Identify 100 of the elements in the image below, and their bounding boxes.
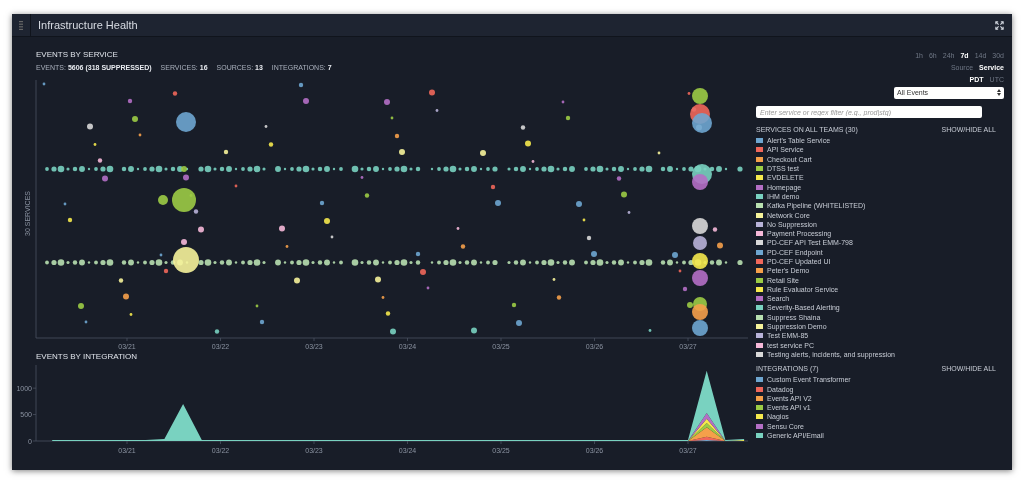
bubble	[181, 239, 187, 245]
color-swatch[interactable]	[756, 286, 763, 292]
color-swatch[interactable]	[756, 212, 763, 218]
bubble	[198, 226, 204, 233]
bubble	[67, 217, 73, 223]
bubble	[495, 200, 501, 206]
window-title: Infrastructure Health	[38, 19, 139, 31]
color-swatch[interactable]	[756, 414, 763, 420]
bubble	[127, 98, 133, 104]
bubble	[399, 149, 405, 155]
bubble	[294, 277, 300, 284]
bubble	[390, 116, 394, 120]
color-swatch[interactable]	[756, 333, 763, 339]
bubble	[682, 286, 688, 292]
bubble	[460, 244, 466, 249]
color-swatch[interactable]	[756, 147, 763, 153]
section-heading: EVENTS BY INTEGRATION	[36, 351, 139, 362]
color-swatch[interactable]	[756, 433, 763, 439]
color-swatch[interactable]	[756, 231, 763, 237]
bubble	[531, 160, 535, 163]
bubble	[415, 251, 421, 257]
bubble	[163, 268, 169, 274]
color-swatch[interactable]	[756, 324, 763, 330]
bubble	[616, 176, 622, 181]
color-swatch[interactable]	[756, 395, 763, 401]
bubble	[234, 184, 238, 188]
color-swatch[interactable]	[756, 277, 763, 283]
bubble	[717, 242, 723, 249]
bubble	[429, 89, 435, 96]
bubble	[159, 253, 163, 257]
color-swatch[interactable]	[756, 184, 763, 190]
bubble	[576, 201, 582, 207]
grip-icon	[19, 20, 23, 30]
bubble	[303, 98, 309, 104]
color-swatch[interactable]	[756, 240, 763, 246]
bubble	[93, 143, 97, 146]
bubble	[118, 278, 124, 283]
bubble	[381, 296, 385, 299]
bubble	[268, 142, 274, 147]
bubble	[172, 91, 178, 96]
bubble	[360, 176, 364, 179]
color-swatch[interactable]	[756, 268, 763, 274]
bubble	[285, 245, 289, 248]
bubble	[692, 253, 708, 269]
color-swatch[interactable]	[756, 296, 763, 302]
bubble	[678, 269, 682, 273]
bubble	[511, 302, 517, 308]
bubble	[385, 311, 391, 316]
bubble	[692, 270, 708, 286]
bubble	[565, 115, 571, 121]
expand-icon[interactable]	[995, 20, 1004, 30]
color-swatch[interactable]	[756, 203, 763, 209]
color-swatch[interactable]	[756, 249, 763, 255]
bubble	[692, 218, 708, 234]
color-swatch[interactable]	[756, 193, 763, 199]
color-swatch[interactable]	[756, 175, 763, 181]
bubble	[480, 150, 486, 156]
bubble	[627, 211, 631, 214]
color-swatch[interactable]	[756, 423, 763, 429]
color-swatch[interactable]	[756, 314, 763, 320]
bubble	[648, 329, 652, 332]
updown-icon	[997, 89, 1001, 96]
bubble	[490, 184, 496, 190]
bubble	[214, 329, 220, 334]
bubble	[692, 113, 712, 133]
bubble	[78, 303, 84, 309]
bubble	[621, 191, 627, 198]
bubble	[582, 218, 586, 222]
bubble	[173, 247, 199, 273]
bubble	[132, 116, 138, 122]
bubble	[123, 293, 129, 300]
color-swatch[interactable]	[756, 259, 763, 264]
color-swatch[interactable]	[756, 351, 763, 357]
color-swatch[interactable]	[756, 221, 763, 227]
bubble	[319, 200, 325, 206]
bubble	[87, 123, 93, 130]
bubble	[420, 269, 426, 275]
bubble	[586, 235, 592, 241]
bubble	[692, 174, 708, 190]
bubble	[471, 327, 477, 334]
bubble	[516, 320, 522, 326]
bubble	[259, 319, 265, 325]
bubble	[324, 218, 330, 224]
section-heading: EVENTS BY SERVICE	[36, 49, 119, 60]
bubble	[223, 149, 229, 155]
bubble	[591, 251, 597, 257]
bubble	[525, 140, 531, 147]
color-swatch[interactable]	[756, 156, 763, 162]
color-swatch[interactable]	[756, 342, 763, 348]
color-swatch[interactable]	[756, 305, 763, 311]
bubble	[435, 109, 439, 112]
bubble	[279, 225, 285, 232]
color-swatch[interactable]	[756, 386, 763, 392]
bubble	[129, 313, 133, 316]
color-swatch[interactable]	[756, 138, 763, 144]
bubble	[375, 276, 381, 283]
color-swatch[interactable]	[756, 166, 763, 172]
color-swatch[interactable]	[756, 405, 763, 411]
bubble	[552, 278, 556, 281]
color-swatch[interactable]	[756, 377, 763, 383]
